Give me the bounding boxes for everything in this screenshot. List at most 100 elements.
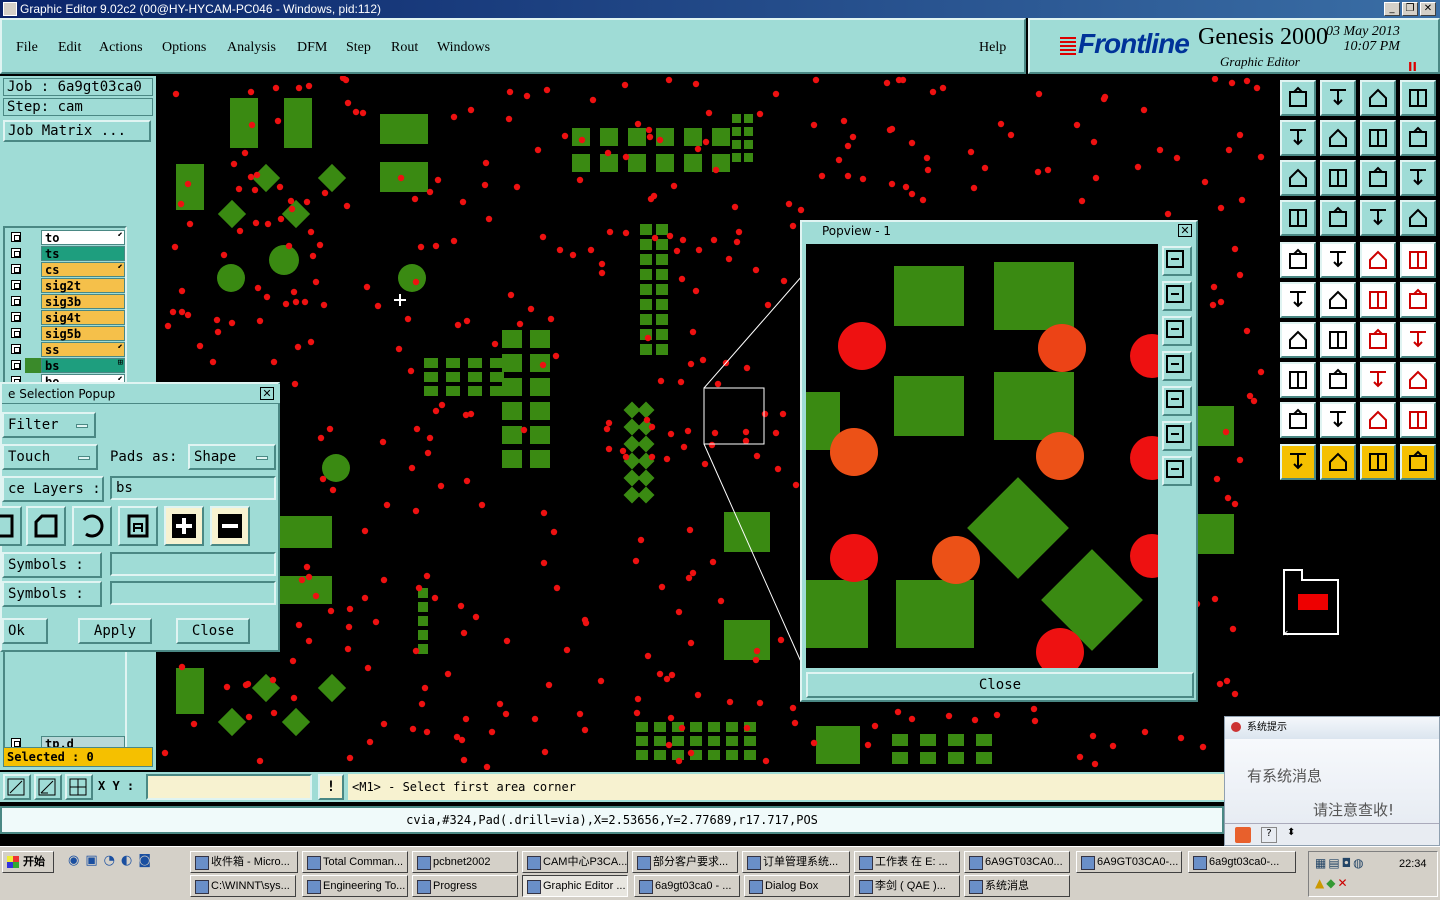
layer-checkbox[interactable] <box>11 360 21 370</box>
popview-left-icon[interactable] <box>1162 351 1192 381</box>
add-line-icon[interactable] <box>1320 242 1356 278</box>
menu-file[interactable]: File <box>16 40 38 56</box>
taskbar-button[interactable]: 6A9GT03CA0-... <box>1076 851 1182 873</box>
menu-dfm[interactable]: DFM <box>297 40 327 56</box>
arrow-line-icon[interactable] <box>1400 282 1436 318</box>
start-button[interactable]: 开始 <box>2 851 54 873</box>
taskbar-button[interactable]: 部分客户要求... <box>632 851 738 873</box>
symbols-exclude-label[interactable]: Symbols : <box>2 581 102 607</box>
menu-edit[interactable]: Edit <box>58 40 81 56</box>
connect-icon[interactable] <box>1280 282 1316 318</box>
taskbar-button[interactable]: Engineering To... <box>302 875 408 897</box>
layer-name[interactable]: bs <box>41 358 125 373</box>
popview-right-icon[interactable] <box>1162 386 1192 416</box>
help-icon[interactable]: ? <box>1261 827 1277 843</box>
taskbar-button[interactable]: 工作表 在 E: ... <box>854 851 960 873</box>
menu-actions[interactable]: Actions <box>99 40 143 56</box>
line-icon[interactable] <box>1360 282 1396 318</box>
a-box-icon[interactable] <box>1360 402 1396 438</box>
quick-launch-icons[interactable]: ◉▣◔◐◙ <box>68 853 157 868</box>
down-icon[interactable] <box>1320 80 1356 116</box>
pointer-box-icon[interactable] <box>1320 444 1356 480</box>
right-arrow-icon[interactable] <box>1320 120 1356 156</box>
maximize-button[interactable]: ❐ <box>1402 2 1418 16</box>
traffic-light-alt-icon[interactable] <box>1400 200 1436 236</box>
layer-row-ts[interactable]: ts <box>7 246 125 261</box>
taskbar-button[interactable]: 李剑 ( QAE )... <box>854 875 960 897</box>
layer-row-ss[interactable]: ss ⬋ <box>7 342 125 357</box>
taskbar-button[interactable]: 6a9gt03ca0-... <box>1188 851 1296 873</box>
angle-icon[interactable] <box>1280 322 1316 358</box>
layer-name[interactable]: cs <box>41 262 125 277</box>
bang-button[interactable]: ! <box>318 774 344 800</box>
left-arrow-icon[interactable] <box>1280 120 1316 156</box>
layer-checkbox[interactable] <box>11 328 21 338</box>
taskbar-button[interactable]: 订单管理系统... <box>742 851 850 873</box>
select-text-icon[interactable] <box>118 506 158 546</box>
menu-options[interactable]: Options <box>162 40 206 56</box>
layer-row-bs[interactable]: bs ⊞ <box>7 358 125 373</box>
layer-name[interactable]: sig2t <box>41 278 125 293</box>
apply-button[interactable]: Apply <box>78 618 152 644</box>
layer-checkbox[interactable] <box>11 296 21 306</box>
tray-icons-row2[interactable]: ▲◆✕ <box>1315 876 1350 890</box>
cross-icon[interactable] <box>1320 282 1356 318</box>
menu-windows[interactable]: Windows <box>437 40 490 56</box>
layer-row-sig3b[interactable]: sig3b <box>7 294 125 309</box>
popview-down-icon[interactable] <box>1162 316 1192 346</box>
pause-icon[interactable]: II <box>1408 60 1417 74</box>
measure-icon[interactable] <box>1360 242 1396 278</box>
layer-checkbox[interactable] <box>11 248 21 258</box>
zoom-fit-icon[interactable] <box>3 774 31 800</box>
xy-input[interactable] <box>146 774 312 800</box>
taskbar-button[interactable]: Dialog Box <box>744 875 850 897</box>
triangle-icon[interactable] <box>1280 402 1316 438</box>
pointer-icon[interactable] <box>1280 444 1316 480</box>
layers-label-button[interactable]: ce Layers : <box>2 476 104 502</box>
help-query-icon[interactable] <box>1400 160 1436 196</box>
taskbar-button[interactable]: 系统消息 <box>964 875 1070 897</box>
symbols-include-input[interactable] <box>110 552 276 576</box>
layer-name[interactable]: to <box>41 230 125 245</box>
popview-close-icon[interactable]: ✕ <box>1178 224 1192 237</box>
minus-line-icon[interactable] <box>1320 362 1356 398</box>
layer-checkbox[interactable] <box>11 280 21 290</box>
panel-icon[interactable] <box>1400 80 1436 116</box>
slash-icon[interactable] <box>1320 322 1356 358</box>
snap-icon[interactable] <box>34 774 62 800</box>
layer-name[interactable]: sig4t <box>41 310 125 325</box>
overview-map[interactable]: ✕ <box>1282 568 1340 638</box>
layers-input[interactable]: bs <box>110 476 276 500</box>
select-rect-icon[interactable] <box>26 506 66 546</box>
select-arc-icon[interactable] <box>72 506 112 546</box>
home-icon[interactable] <box>1360 80 1396 116</box>
minus-icon[interactable] <box>210 506 250 546</box>
popview-canvas[interactable] <box>806 244 1158 668</box>
arc-icon[interactable] <box>1360 322 1396 358</box>
sysmsg-app-icon[interactable] <box>1235 827 1251 843</box>
pads-as-dropdown[interactable]: Shape <box>188 444 276 470</box>
popview-zoom-in-icon[interactable] <box>1162 246 1192 276</box>
menu-rout[interactable]: Rout <box>391 40 418 56</box>
layer-checkbox[interactable] <box>11 344 21 354</box>
grid-icon[interactable] <box>65 774 93 800</box>
layer-checkbox[interactable] <box>11 232 21 242</box>
tray-icons[interactable]: ▦▤◘◍ <box>1315 856 1366 870</box>
menu-help[interactable]: Help <box>979 40 1006 56</box>
popview-fit-icon[interactable] <box>1162 421 1192 451</box>
settings-icon[interactable] <box>1280 200 1316 236</box>
symbols-exclude-input[interactable] <box>110 581 276 605</box>
mirror-icon[interactable] <box>1400 120 1436 156</box>
taskbar-button[interactable]: Progress <box>412 875 518 897</box>
layer-row-cs[interactable]: cs ⬋ <box>7 262 125 277</box>
route-icon[interactable] <box>1400 444 1436 480</box>
layer-row-sig2t[interactable]: sig2t <box>7 278 125 293</box>
layer-name[interactable]: ts <box>41 246 125 261</box>
touch-dropdown[interactable]: Touch <box>2 444 98 470</box>
select-mode-icon[interactable] <box>0 506 22 546</box>
layer-name[interactable]: sig3b <box>41 294 125 309</box>
rotate-icon[interactable] <box>1360 120 1396 156</box>
layer-name[interactable]: ss <box>41 342 125 357</box>
symbols-include-label[interactable]: Symbols : <box>2 552 102 578</box>
selection-popup-close-icon[interactable]: ✕ <box>260 387 274 400</box>
